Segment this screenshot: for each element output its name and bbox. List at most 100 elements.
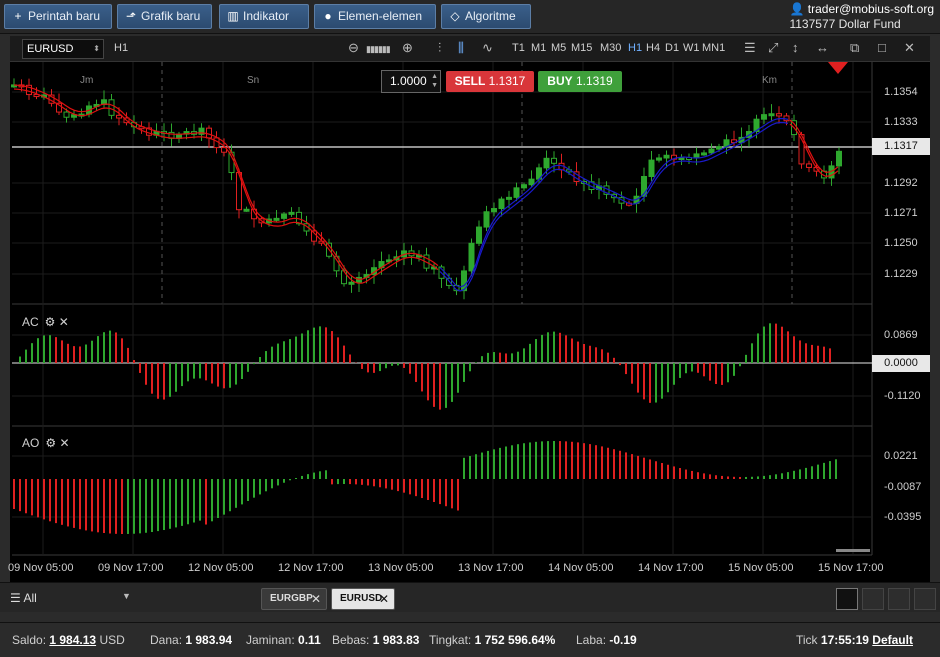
candle-body bbox=[288, 211, 295, 215]
candle-body bbox=[506, 196, 512, 200]
symbol-select[interactable]: EURUSD ⬍ bbox=[22, 39, 104, 59]
vertical-arrows-icon[interactable]: ↕ bbox=[792, 40, 799, 55]
tab-eurgbp[interactable]: EURGBP ✕ bbox=[261, 588, 327, 610]
time-axis-label: 13 Nov 05:00 bbox=[368, 562, 434, 574]
candle-body bbox=[716, 146, 722, 150]
filter-select[interactable]: ☰ All ▼ bbox=[10, 591, 131, 605]
candle-body bbox=[551, 157, 557, 164]
zoom-slider[interactable]: ▮▮▮▮▮▮ bbox=[366, 44, 391, 55]
time-axis-label: 09 Nov 05:00 bbox=[8, 562, 74, 574]
horizontal-arrows-icon[interactable]: ↔ bbox=[816, 40, 829, 55]
line-type-icon[interactable]: ∿ bbox=[482, 40, 493, 56]
layout-single-button[interactable] bbox=[836, 588, 858, 610]
close-tab-icon[interactable]: ✕ bbox=[311, 589, 321, 609]
buy-button[interactable]: BUY 1.1319 bbox=[538, 71, 622, 92]
candle-body bbox=[63, 111, 70, 118]
timeframe-d1[interactable]: D1 bbox=[665, 42, 679, 54]
candle-body bbox=[356, 276, 362, 283]
ao-axis-label: 0.0221 bbox=[884, 450, 918, 462]
candle-body bbox=[708, 148, 715, 154]
timeframe-m1[interactable]: M1 bbox=[531, 42, 546, 54]
close-icon[interactable]: ✕ bbox=[59, 315, 69, 329]
time-axis-label: 13 Nov 17:00 bbox=[458, 562, 524, 574]
candle-body bbox=[528, 178, 535, 186]
day-label: Sn bbox=[247, 75, 260, 86]
day-label: Jm bbox=[80, 75, 94, 86]
detach-icon[interactable]: ⧉ bbox=[850, 40, 859, 56]
sell-button[interactable]: SELL 1.1317 bbox=[446, 71, 534, 92]
candle-body bbox=[513, 187, 520, 198]
candle-body bbox=[476, 226, 482, 244]
candle-body bbox=[281, 213, 287, 219]
dropdown-arrow-icon: ▼ bbox=[122, 591, 131, 601]
candle-body bbox=[761, 114, 767, 120]
close-tab-icon[interactable]: ✕ bbox=[379, 589, 389, 609]
spinner-arrows-icon[interactable]: ▲ ▼ bbox=[431, 72, 438, 90]
candle-body bbox=[498, 198, 505, 210]
close-chart-icon[interactable]: ✕ bbox=[904, 40, 915, 56]
ma-blue-line bbox=[439, 121, 789, 292]
tabs-bar: ☰ All ▼ EURGBP ✕ EURUSD ✕ bbox=[0, 582, 940, 612]
layout-grid-button[interactable] bbox=[862, 588, 884, 610]
gear-icon[interactable]: ⚙ bbox=[45, 436, 56, 450]
time-axis-label: 15 Nov 05:00 bbox=[728, 562, 794, 574]
chart-toolbar: EURUSD ⬍ H1 ⊖ ▮▮▮▮▮▮ ⊕ ⫶ ⫼ ∿ T1 M1 M5 M15 M30… bbox=[10, 36, 930, 62]
ac-panel-title: AC ⚙ ✕ bbox=[22, 315, 69, 329]
candle-body bbox=[108, 99, 115, 116]
candle-body bbox=[693, 153, 700, 159]
bebas-status: Bebas: 1 983.83 bbox=[332, 633, 420, 647]
gear-icon[interactable]: ⚙ bbox=[45, 315, 56, 329]
default-link[interactable]: Default bbox=[872, 633, 913, 647]
time-axis-label: 15 Nov 17:00 bbox=[818, 562, 884, 574]
time-axis-label: 14 Nov 05:00 bbox=[548, 562, 614, 574]
jaminan-status: Jaminan: 0.11 bbox=[246, 633, 321, 647]
timeframe-h1[interactable]: H1 bbox=[628, 42, 642, 54]
bar-type-icon[interactable]: ⫶ bbox=[438, 40, 441, 56]
ao-axis-label: -0.0395 bbox=[884, 511, 922, 523]
time-axis-label: 12 Nov 17:00 bbox=[278, 562, 344, 574]
ac-axis-label: 0.0869 bbox=[884, 329, 918, 341]
price-axis-label: 1.1250 bbox=[884, 237, 918, 249]
layout-rows-button[interactable] bbox=[914, 588, 936, 610]
time-axis-label: 09 Nov 17:00 bbox=[98, 562, 164, 574]
candle-body bbox=[663, 154, 670, 159]
zoom-in-icon[interactable]: ⊕ bbox=[402, 40, 413, 56]
maximize-icon[interactable]: □ bbox=[878, 40, 886, 55]
price-axis-label: 1.1292 bbox=[884, 177, 918, 189]
timeframe-m5[interactable]: M5 bbox=[551, 42, 566, 54]
candle-body bbox=[656, 157, 662, 161]
tab-eurusd[interactable]: EURUSD ✕ bbox=[331, 588, 395, 610]
timeframe-w1[interactable]: W1 bbox=[683, 42, 700, 54]
candle-body bbox=[116, 114, 122, 119]
time-axis-label: 12 Nov 05:00 bbox=[188, 562, 254, 574]
tingkat-status: Tingkat: 1 752 596.64% bbox=[429, 633, 556, 647]
laba-status: Laba: -0.19 bbox=[576, 633, 637, 647]
ac-axis-label: -0.1120 bbox=[884, 390, 921, 402]
quantity-input[interactable]: 1.0000 ▲ ▼ bbox=[381, 70, 441, 93]
chart-timeframe-label: H1 bbox=[114, 42, 129, 54]
ac-zero-marker: 0.0000 bbox=[872, 355, 930, 372]
diagonal-arrow-icon[interactable]: ⤢ bbox=[768, 40, 778, 56]
candles-type-icon[interactable]: ⫼ bbox=[458, 40, 464, 56]
splitter[interactable] bbox=[0, 612, 940, 622]
candle-body bbox=[768, 113, 775, 117]
close-icon[interactable]: ✕ bbox=[59, 436, 69, 450]
price-axis-label: 1.1229 bbox=[884, 268, 918, 280]
candle-body bbox=[701, 152, 707, 156]
day-label: Km bbox=[762, 75, 777, 86]
price-axis-label: 1.1271 bbox=[884, 207, 918, 219]
candle-body bbox=[491, 208, 497, 213]
timeframe-mn1[interactable]: MN1 bbox=[702, 42, 725, 54]
zoom-out-icon[interactable]: ⊖ bbox=[348, 40, 359, 56]
alert-triangle-icon bbox=[828, 62, 848, 74]
timeframe-m15[interactable]: M15 bbox=[571, 42, 592, 54]
layout-columns-button[interactable] bbox=[888, 588, 910, 610]
saldo-status: Saldo: 1 984.13 USD bbox=[12, 633, 125, 647]
timeframe-t1[interactable]: T1 bbox=[512, 42, 525, 54]
candle-body bbox=[648, 159, 655, 177]
timeframe-h4[interactable]: H4 bbox=[646, 42, 660, 54]
timeframe-m30[interactable]: M30 bbox=[600, 42, 621, 54]
chart-canvas bbox=[11, 62, 873, 556]
list-icon[interactable]: ☰ bbox=[744, 40, 756, 56]
ao-panel-title: AO ⚙ ✕ bbox=[22, 436, 70, 450]
